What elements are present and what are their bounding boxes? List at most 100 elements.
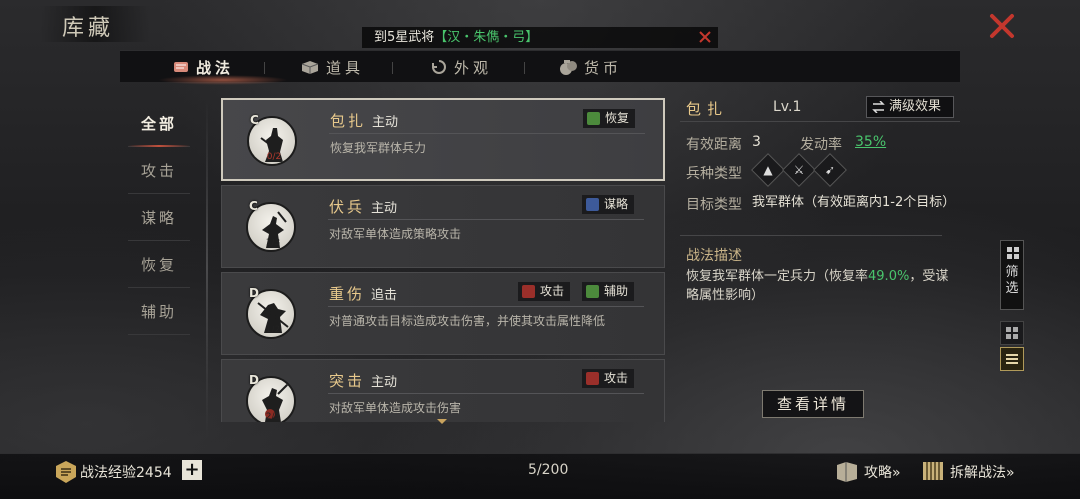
tactic-description: 对敌军单体造成策略攻击 (329, 227, 462, 241)
swirl-icon (432, 60, 446, 74)
guide-book-icon[interactable] (834, 459, 860, 483)
rate-label: 发动率 (800, 137, 842, 153)
tactic-type: 主动 (371, 375, 398, 390)
tab-separator (392, 62, 393, 74)
tactic-card[interactable]: D 2/3 突击 主动 攻击 对敌军单体造成攻击伤害 (221, 359, 665, 422)
tactic-card[interactable]: C 0/2 包扎 主动 恢复 恢复我军群体兵力 (221, 98, 665, 181)
tactic-progress: 1/2 (265, 325, 281, 335)
tab-separator (264, 62, 265, 74)
card-divider (328, 393, 644, 394)
menu-item-support[interactable]: 辅助 (128, 288, 190, 335)
crossed-swords-icon (586, 372, 599, 385)
description-title: 战法描述 (686, 248, 742, 264)
cavalry-unit-icon: ▲ (751, 153, 785, 187)
hand-icon (586, 285, 599, 298)
tag-attack: 攻击 (582, 369, 635, 388)
card-divider (328, 306, 644, 307)
description-divider (680, 235, 942, 236)
box-icon (301, 61, 319, 74)
tag-support: 辅助 (582, 282, 635, 301)
dismantle-tactic-link[interactable]: 拆解战法» (950, 462, 1015, 482)
range-label: 有效距离 (686, 137, 742, 153)
menu-item-all[interactable]: 全部 (128, 100, 190, 147)
marquee-text: 到5星武将 (374, 30, 435, 45)
menu-item-attack[interactable]: 攻击 (128, 147, 190, 194)
range-value: 3 (752, 134, 761, 150)
bow-unit-icon: ➹ (813, 153, 847, 187)
teapot-icon (587, 112, 600, 125)
swap-arrows-icon (872, 101, 885, 113)
list-view-button[interactable] (1000, 347, 1024, 371)
tactic-filter-menu: 全部 攻击 谋略 恢复 辅助 (128, 100, 190, 335)
filter-label: 筛选 (1005, 265, 1019, 296)
tab-items[interactable]: 道具 (300, 51, 364, 83)
tag-label: 攻击 (604, 371, 629, 385)
tactic-card[interactable]: D 1/2 重伤 追击 攻击 辅助 对普通攻击目标造成攻击伤害，并使其攻击属性降… (221, 272, 665, 355)
crossed-swords-icon (522, 285, 535, 298)
menu-item-strategy[interactable]: 谋略 (128, 194, 190, 241)
grade-badge: D (249, 286, 259, 300)
tactic-description: 恢复我军群体兵力 (330, 141, 427, 155)
tactic-count: 5/200 (528, 462, 569, 478)
list-icon (1006, 354, 1018, 364)
tag-attack: 攻击 (518, 282, 571, 301)
unit-type-label: 兵种类型 (686, 166, 742, 182)
tag-strategy: 谋略 (582, 195, 635, 214)
detail-divider (680, 121, 960, 122)
category-tab-bar: 战法 道具 外观 货币 (120, 50, 960, 85)
tactic-card-list[interactable]: C 0/2 包扎 主动 恢复 恢复我军群体兵力 C 1/3 伏兵 主动 谋略 对… (221, 98, 665, 422)
shield-unit-icon: ⚔ (782, 153, 816, 187)
description-text: 恢复我军群体一定兵力（恢复率 (686, 269, 869, 284)
tactic-type: 主动 (372, 115, 399, 130)
scroll-icon (174, 62, 188, 72)
tab-appearance[interactable]: 外观 (430, 51, 492, 83)
menu-divider (206, 98, 208, 438)
grade-badge: C (250, 113, 259, 127)
close-icon[interactable] (988, 12, 1016, 40)
max-effect-label: 满级效果 (889, 99, 942, 114)
tactic-type: 追击 (371, 288, 398, 303)
recovery-rate-value: 49.0% (868, 269, 910, 284)
menu-item-recovery[interactable]: 恢复 (128, 241, 190, 288)
tactic-name: 伏兵 (329, 198, 366, 216)
tab-label: 外观 (454, 58, 493, 77)
tactic-exp-icon (56, 461, 76, 483)
target-type-value: 我军群体（有效距离内1-2个目标） (752, 195, 956, 210)
view-details-button[interactable]: 查看详情 (762, 390, 864, 418)
tab-label: 战法 (196, 58, 235, 77)
tag-label: 谋略 (604, 197, 629, 211)
page-title: 库藏 (62, 16, 115, 41)
tactic-name: 突击 (329, 372, 366, 390)
tab-label: 货币 (584, 58, 623, 77)
filter-grid-icon (1007, 247, 1019, 259)
tactic-full-description: 恢复我军群体一定兵力（恢复率49.0%，受谋略属性影响） (686, 267, 956, 305)
filter-button[interactable]: 筛选 (1000, 240, 1024, 310)
rate-value[interactable]: 35% (855, 134, 886, 150)
tab-currency[interactable]: 货币 (558, 51, 622, 83)
tactic-name: 包扎 (330, 112, 367, 130)
scroll-icon (586, 198, 599, 211)
tab-tactics[interactable]: 战法 (172, 51, 234, 83)
tactic-description: 对普通攻击目标造成攻击伤害，并使其攻击属性降低 (329, 314, 606, 328)
grade-badge: D (249, 373, 259, 387)
tactic-type: 主动 (371, 201, 398, 216)
tag-label: 辅助 (604, 284, 629, 298)
scroll-down-arrow-icon (437, 419, 447, 424)
grid-icon (1006, 327, 1018, 339)
tactic-card[interactable]: C 1/3 伏兵 主动 谋略 对敌军单体造成策略攻击 (221, 185, 665, 268)
detail-tactic-name: 包扎 (686, 100, 729, 118)
target-type-label: 目标类型 (686, 197, 742, 213)
announcement-marquee: 到5星武将【汉・朱儁・弓】 (362, 27, 718, 48)
tactic-progress: 0/2 (266, 152, 282, 162)
tactic-description: 对敌军单体造成攻击伤害 (329, 401, 462, 415)
detail-level: Lv.1 (773, 99, 802, 115)
tactic-progress: 2/3 (265, 412, 281, 422)
tag-recovery: 恢复 (583, 109, 636, 128)
dismantle-scroll-icon[interactable] (920, 458, 946, 484)
tactic-progress: 1/3 (265, 238, 281, 248)
grid-view-button[interactable] (1000, 321, 1024, 345)
marquee-close-icon[interactable] (698, 30, 712, 44)
add-exp-button[interactable]: + (182, 460, 202, 480)
max-effect-button[interactable]: 满级效果 (866, 96, 954, 118)
guide-link[interactable]: 攻略» (864, 462, 901, 482)
